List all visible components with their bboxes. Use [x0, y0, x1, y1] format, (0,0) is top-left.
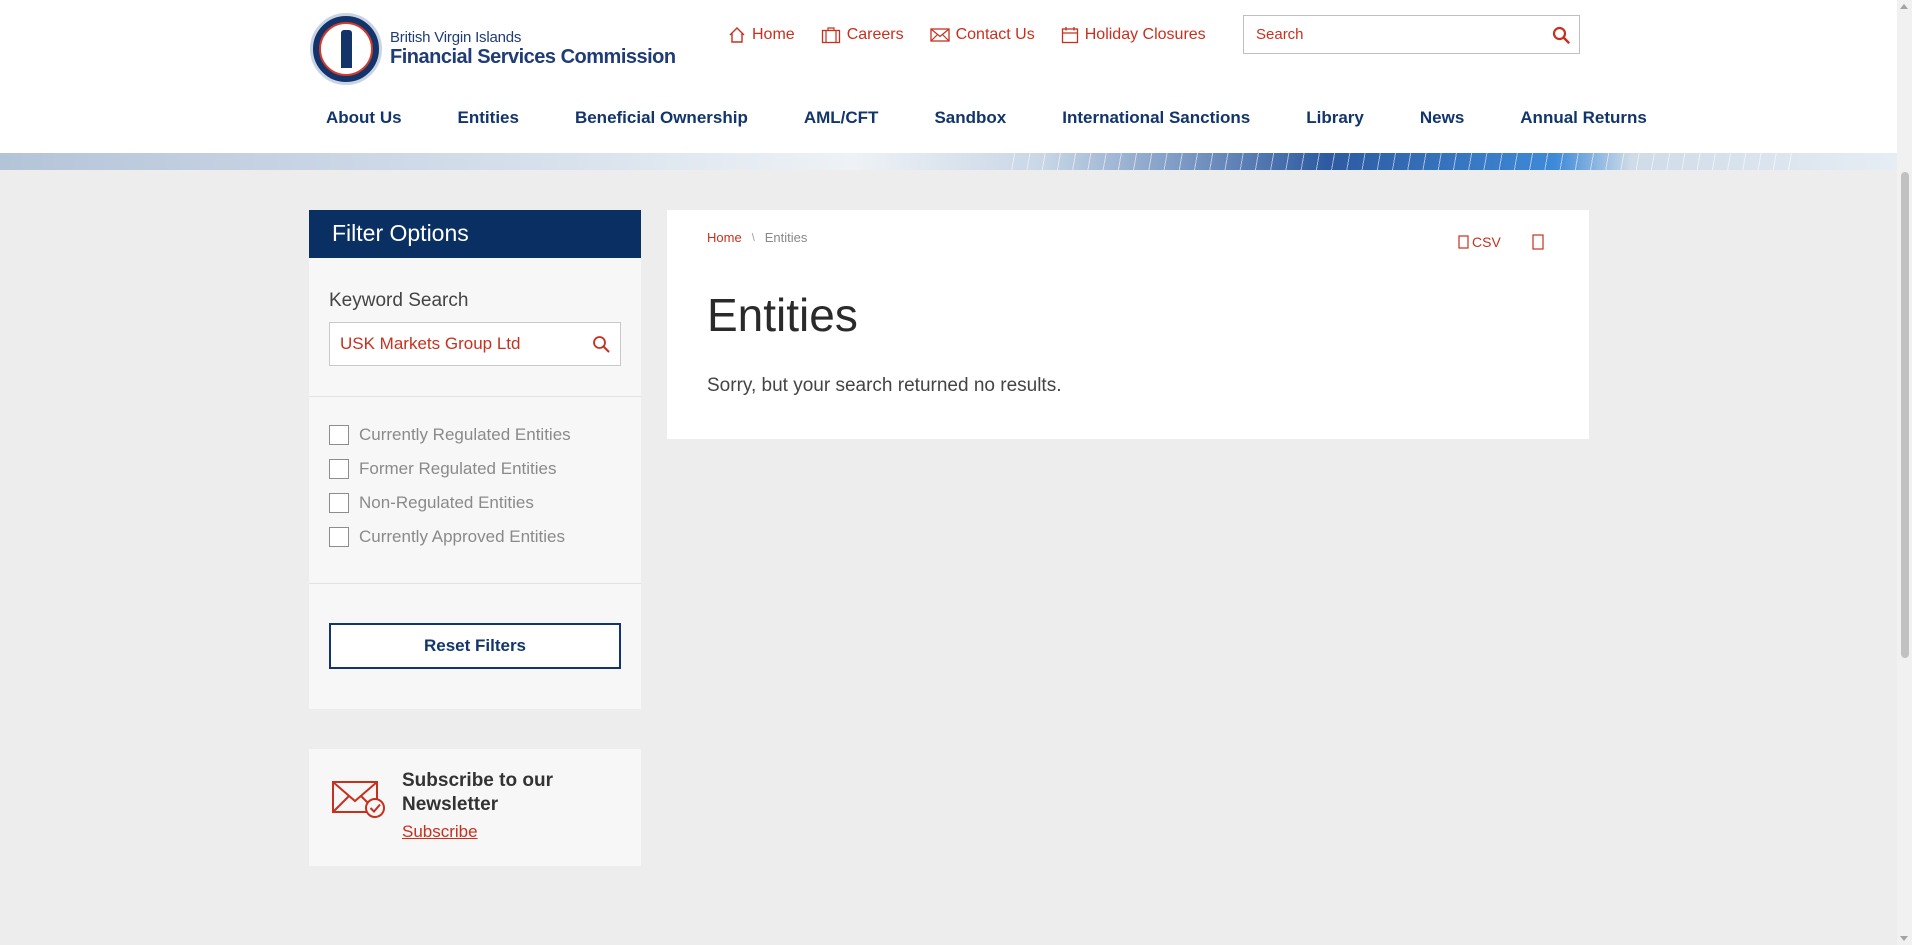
- keyword-search-button[interactable]: [582, 335, 620, 353]
- utility-link-label: Holiday Closures: [1084, 26, 1206, 43]
- fsc-logo[interactable]: British Virgin Islands Financial Service…: [310, 13, 676, 85]
- breadcrumb-separator: \: [751, 231, 755, 244]
- utility-link-label: Contact Us: [955, 26, 1035, 43]
- calendar-icon: [1061, 27, 1078, 44]
- nav-item-beneficial-ownership[interactable]: Beneficial Ownership: [575, 108, 748, 128]
- briefcase-icon: [821, 27, 840, 44]
- nav-item-international-sanctions[interactable]: International Sanctions: [1062, 108, 1250, 128]
- site-header: British Virgin Islands Financial Service…: [0, 0, 1897, 153]
- breadcrumb-current: Entities: [764, 230, 808, 245]
- reset-filters-button[interactable]: Reset Filters: [329, 623, 621, 669]
- scroll-up-arrow-icon[interactable]: [1900, 4, 1908, 9]
- page-title: Entities: [707, 289, 858, 341]
- checkbox-label: Currently Regulated Entities: [359, 425, 571, 444]
- divider: [309, 583, 641, 584]
- keyword-search-label: Keyword Search: [329, 290, 469, 311]
- nav-item-news[interactable]: News: [1420, 108, 1464, 128]
- print-button[interactable]: [1532, 234, 1544, 255]
- checkbox[interactable]: [329, 527, 349, 547]
- nav-item-entities[interactable]: Entities: [458, 108, 519, 128]
- utility-link-contact[interactable]: Contact Us: [929, 26, 1035, 44]
- utility-link-home[interactable]: Home: [728, 26, 795, 44]
- filter-currently-regulated[interactable]: Currently Regulated Entities: [329, 418, 571, 452]
- hero-banner-strip: [0, 153, 1897, 170]
- nav-item-library[interactable]: Library: [1306, 108, 1364, 128]
- print-icon: [1532, 234, 1544, 250]
- nav-item-about-us[interactable]: About Us: [326, 108, 402, 128]
- main-nav: About Us Entities Beneficial Ownership A…: [326, 108, 1647, 128]
- divider: [309, 396, 641, 397]
- site-search-input[interactable]: [1244, 16, 1543, 53]
- scroll-down-arrow-icon[interactable]: [1900, 936, 1908, 941]
- nav-item-aml-cft[interactable]: AML/CFT: [804, 108, 879, 128]
- checkbox[interactable]: [329, 425, 349, 445]
- scrollbar-thumb[interactable]: [1901, 172, 1909, 658]
- subscribe-link[interactable]: Subscribe: [402, 822, 478, 842]
- newsletter-box: Subscribe to our Newsletter Subscribe: [309, 749, 641, 866]
- newsletter-envelope-icon: [332, 781, 385, 818]
- newsletter-title: Subscribe to our Newsletter: [402, 770, 553, 815]
- utility-link-label: Careers: [846, 26, 904, 43]
- file-icon: [1458, 235, 1469, 249]
- utility-link-label: Home: [752, 26, 795, 43]
- site-search-button[interactable]: [1543, 26, 1579, 44]
- nav-item-annual-returns[interactable]: Annual Returns: [1520, 108, 1647, 128]
- breadcrumb: Home \ Entities: [707, 230, 807, 245]
- breadcrumb-home[interactable]: Home: [707, 230, 742, 245]
- filter-non-regulated[interactable]: Non-Regulated Entities: [329, 486, 571, 520]
- keyword-search-field: [329, 322, 621, 366]
- filter-currently-approved[interactable]: Currently Approved Entities: [329, 520, 571, 554]
- entities-content: Home \ Entities CSV Entities Sorry, but …: [667, 210, 1589, 439]
- page-scrollbar[interactable]: [1897, 0, 1912, 945]
- home-icon: [729, 27, 745, 43]
- logo-line1: British Virgin Islands: [390, 28, 522, 46]
- search-icon: [593, 336, 610, 353]
- logo-line2: Financial Services Commission: [390, 46, 676, 69]
- site-search: [1243, 15, 1580, 54]
- checkbox-label: Non-Regulated Entities: [359, 493, 534, 512]
- filter-former-regulated[interactable]: Former Regulated Entities: [329, 452, 571, 486]
- fsc-seal-icon: [310, 13, 382, 85]
- checkbox-label: Former Regulated Entities: [359, 459, 557, 478]
- checkbox[interactable]: [329, 459, 349, 479]
- nav-item-sandbox[interactable]: Sandbox: [934, 108, 1006, 128]
- search-icon: [1552, 26, 1570, 44]
- csv-label: CSV: [1472, 234, 1501, 250]
- csv-export-button[interactable]: CSV: [1458, 234, 1501, 250]
- entity-type-filters: Currently Regulated Entities Former Regu…: [329, 418, 571, 554]
- utility-link-holiday-closures[interactable]: Holiday Closures: [1061, 26, 1206, 44]
- filter-panel: Filter Options Keyword Search Currently …: [309, 210, 641, 709]
- filter-title: Filter Options: [309, 210, 641, 258]
- checkbox-label: Currently Approved Entities: [359, 527, 565, 546]
- checkbox[interactable]: [329, 493, 349, 513]
- utility-link-careers[interactable]: Careers: [821, 26, 904, 44]
- no-results-message: Sorry, but your search returned no resul…: [707, 375, 1062, 396]
- keyword-search-input[interactable]: [330, 323, 582, 365]
- utility-nav: Home Careers Contact Us Holiday Closures: [728, 26, 1206, 44]
- envelope-icon: [929, 28, 950, 42]
